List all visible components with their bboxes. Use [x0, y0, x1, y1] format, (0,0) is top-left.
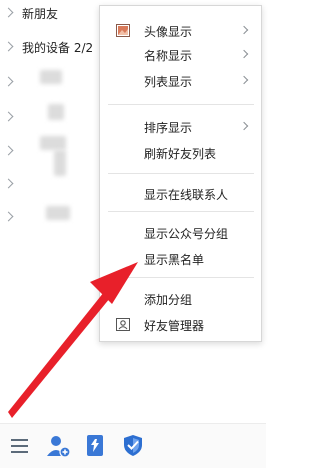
- chevron-right-icon[interactable]: [3, 145, 14, 156]
- menu-item-refresh-friends[interactable]: 刷新好友列表: [100, 141, 261, 165]
- chevron-right-icon: [239, 121, 249, 131]
- menu-item-label: 列表显示: [144, 75, 193, 89]
- blurred-group-name: [40, 70, 62, 84]
- menu-separator: [108, 277, 254, 278]
- friend-manager-icon: [116, 318, 130, 331]
- chevron-right-icon[interactable]: [3, 211, 14, 222]
- menu-item-label: 排序显示: [144, 121, 193, 135]
- menu-item-show-official-accounts[interactable]: 显示公众号分组: [100, 221, 261, 245]
- bottom-toolbar: [0, 423, 266, 468]
- menu-item-label: 好友管理器: [144, 319, 205, 333]
- menu-item-show-online-contacts[interactable]: 显示在线联系人: [100, 182, 261, 206]
- menu-icon[interactable]: [6, 430, 36, 460]
- blurred-group-name: [46, 206, 70, 220]
- chevron-right-icon: [239, 49, 249, 59]
- chevron-right-icon[interactable]: [3, 111, 14, 122]
- chevron-right-icon[interactable]: [3, 76, 14, 87]
- blurred-group-name: [54, 150, 66, 176]
- app-icon[interactable]: [80, 430, 110, 460]
- chevron-right-icon[interactable]: [3, 178, 14, 189]
- menu-item-friend-manager[interactable]: 好友管理器: [100, 313, 261, 337]
- blurred-group-name: [48, 104, 64, 120]
- group-new-friends[interactable]: 新朋友: [0, 4, 110, 24]
- chevron-right-icon: [3, 41, 14, 52]
- menu-item-label: 名称显示: [144, 49, 193, 63]
- menu-item-label: 添加分组: [144, 293, 193, 307]
- chevron-right-icon: [239, 75, 249, 85]
- menu-separator: [108, 211, 254, 212]
- menu-item-sort-display[interactable]: 排序显示: [100, 115, 261, 139]
- menu-item-label: 显示黑名单: [144, 253, 205, 267]
- avatar-image-icon: [116, 24, 130, 37]
- menu-item-label: 头像显示: [144, 25, 193, 39]
- menu-item-name-display[interactable]: 名称显示: [100, 43, 261, 67]
- group-label: 我的设备 2/2: [22, 41, 94, 55]
- context-menu: 头像显示 名称显示 列表显示 排序显示 刷新好友列表 显示在线联系人 显示公众号…: [99, 5, 262, 342]
- menu-separator: [108, 104, 254, 105]
- menu-separator: [108, 173, 254, 174]
- add-friend-icon[interactable]: [44, 430, 74, 460]
- chevron-right-icon: [239, 25, 249, 35]
- menu-item-show-blacklist[interactable]: 显示黑名单: [100, 247, 261, 271]
- menu-item-label: 刷新好友列表: [144, 147, 217, 161]
- menu-item-label: 显示公众号分组: [144, 227, 229, 241]
- menu-item-add-group[interactable]: 添加分组: [100, 287, 261, 311]
- chevron-right-icon: [3, 7, 14, 18]
- group-my-devices[interactable]: 我的设备 2/2: [0, 38, 110, 58]
- menu-item-avatar-display[interactable]: 头像显示: [100, 19, 261, 43]
- group-label: 新朋友: [22, 7, 59, 21]
- menu-item-label: 显示在线联系人: [144, 188, 229, 202]
- menu-item-list-display[interactable]: 列表显示: [100, 69, 261, 93]
- security-shield-icon[interactable]: [118, 430, 148, 460]
- blurred-group-name: [40, 136, 66, 150]
